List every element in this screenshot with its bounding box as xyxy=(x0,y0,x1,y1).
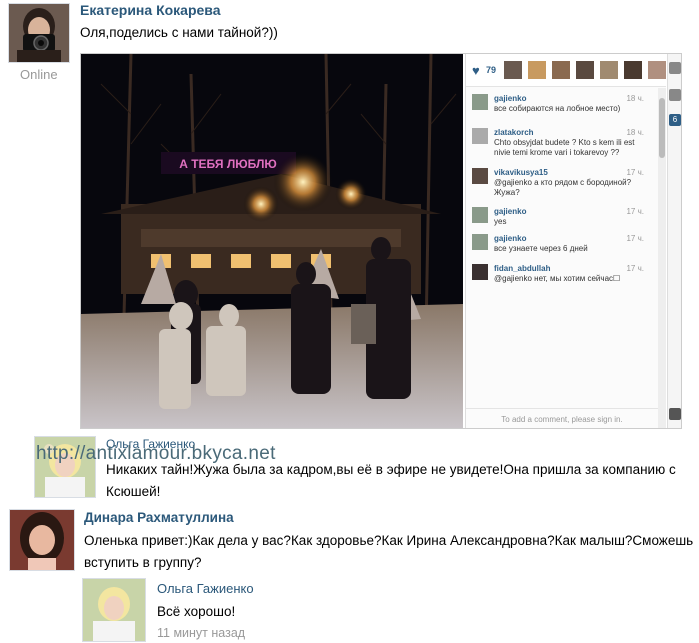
count-badge: 6 xyxy=(669,114,681,126)
avatar-ekaterina[interactable] xyxy=(8,3,70,63)
nested-text-olga: Всё хорошо! xyxy=(157,604,236,619)
camera-icon xyxy=(669,408,681,420)
online-status: Online xyxy=(20,67,58,82)
reply-author-dinara[interactable]: Динара Рахматуллина xyxy=(84,510,234,525)
avatar-olga-nested[interactable] xyxy=(82,578,146,642)
reply-text-dinara: Оленька привет:)Как дела у вас?Как здоро… xyxy=(84,533,694,570)
embed-comments-panel: ♥ 79 gajienko 18 ч. все собираются на ло… xyxy=(465,54,666,428)
reply-text-olga: Никаких тайн!Жужа была за кадром,вы её в… xyxy=(106,462,676,499)
instagram-embed[interactable]: А ТЕБЯ ЛЮБЛЮ ♥ 79 gajienko 18 ч. все соб… xyxy=(80,53,682,429)
likes-bar: ♥ 79 xyxy=(466,54,666,87)
post-author[interactable]: Екатерина Кокарева xyxy=(80,2,221,18)
comment-icon[interactable] xyxy=(669,89,681,101)
neon-sign: А ТЕБЯ ЛЮБЛЮ xyxy=(179,157,277,171)
likes-count: 79 xyxy=(486,65,497,75)
comments-scrollbar[interactable] xyxy=(658,88,666,428)
embed-photo[interactable]: А ТЕБЯ ЛЮБЛЮ xyxy=(81,54,463,428)
like-icon[interactable] xyxy=(669,62,681,74)
avatar-dinara[interactable] xyxy=(9,509,75,571)
nested-author-olga[interactable]: Ольга Гажиенко xyxy=(157,581,254,596)
heart-icon[interactable]: ♥ xyxy=(472,63,480,78)
liker-avatars xyxy=(504,61,666,79)
post-text: Оля,поделись с нами тайной?)) xyxy=(80,25,278,40)
embed-side-strip: 6 xyxy=(667,54,681,428)
add-comment-hint[interactable]: To add a comment, please sign in. xyxy=(466,408,658,428)
nested-timestamp[interactable]: 11 минут назад xyxy=(157,626,245,640)
